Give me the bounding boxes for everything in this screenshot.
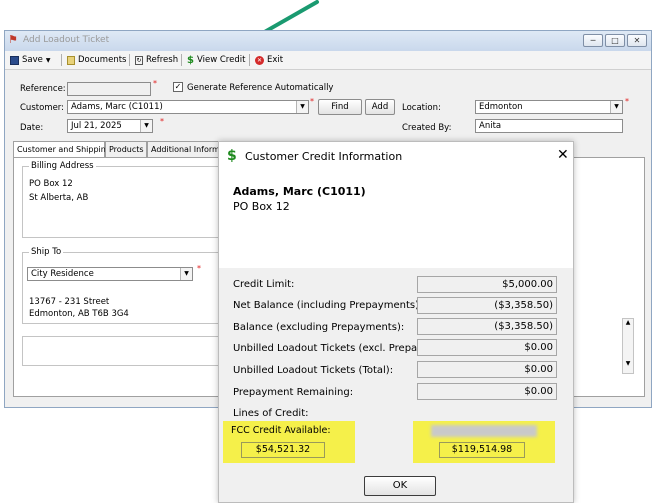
date-label: Date: [20,123,44,133]
customer-label: Customer: [20,103,65,113]
dialog-title: Customer Credit Information [245,150,403,163]
other-credit-highlight: $119,514.98 [413,421,555,463]
balance-label: Balance (excluding Prepayments): [233,322,405,333]
unbilled-total-label: Unbilled Loadout Tickets (Total): [233,365,394,376]
required-marker: * [625,97,629,106]
scrollbar[interactable]: ▲ ▼ [622,318,634,374]
location-label: Location: [402,103,441,113]
reference-label: Reference: [20,84,66,94]
customer-dropdown[interactable]: Adams, Marc (C1011) ▼ [67,100,309,114]
billing-line-2: St Alberta, AB [29,193,89,203]
chevron-up-icon: ▲ [625,319,631,326]
toolbar-separator [129,54,130,66]
close-icon[interactable]: ✕ [627,34,647,47]
lines-of-credit-label: Lines of Credit: [233,408,309,419]
chevron-down-icon[interactable]: ▼ [610,101,622,113]
unbilled-excl-label: Unbilled Loadout Tickets (excl. Prepay): [233,343,431,354]
billing-address-label: Billing Address [29,161,96,171]
tab-additional-information[interactable]: Additional Informati [147,141,223,157]
ship-to-line-1: 13767 - 231 Street [29,297,110,307]
created-by-input[interactable]: Anita [475,119,623,133]
toolbar-separator [249,54,250,66]
prepayment-label: Prepayment Remaining: [233,387,354,398]
fcc-credit-label: FCC Credit Available: [231,425,331,436]
floppy-icon [10,55,19,65]
chevron-down-icon[interactable]: ▼ [296,101,308,113]
toolbar: Save ▼ Documents ↻ Refresh $ View Credit… [5,51,651,70]
ok-button[interactable]: OK [364,476,436,496]
documents-button[interactable]: Documents [64,53,129,67]
ship-to-line-2: Edmonton, AB T6B 3G4 [29,309,129,319]
generate-reference-checkbox[interactable]: ✓ [173,82,183,92]
notes-box[interactable] [22,336,222,366]
title-bar: ⚑ Add Loadout Ticket ─ □ ✕ [5,31,651,51]
ship-to-label: Ship To [29,247,64,257]
required-marker: * [160,117,164,126]
required-marker: * [153,79,157,88]
unbilled-excl-value: $0.00 [417,339,557,356]
dollar-icon: $ [187,54,194,66]
net-balance-value: ($3,358.50) [417,297,557,314]
net-balance-label: Net Balance (including Prepayments): [233,300,423,311]
credit-limit-label: Credit Limit: [233,279,295,290]
billing-line-1: PO Box 12 [29,179,73,189]
created-by-label: Created By: [402,123,452,133]
fcc-credit-value: $54,521.32 [241,442,325,458]
required-marker: * [197,264,201,273]
required-marker: * [310,97,314,106]
toolbar-separator [61,54,62,66]
window-title: Add Loadout Ticket [23,35,110,45]
app-icon: ⚑ [8,33,18,46]
refresh-button[interactable]: ↻ Refresh [132,53,181,67]
customer-name: Adams, Marc (C1011) [233,185,366,198]
chevron-down-icon: ▼ [625,360,631,367]
balance-value: ($3,358.50) [417,318,557,335]
chevron-down-icon[interactable]: ▼ [180,268,192,280]
documents-icon [67,55,75,65]
other-credit-value: $119,514.98 [439,442,525,458]
customer-credit-dialog: $ Customer Credit Information ✕ Adams, M… [218,141,574,503]
toolbar-separator [181,54,182,66]
fcc-credit-highlight: FCC Credit Available: $54,521.32 [223,421,355,463]
prepayment-value: $0.00 [417,383,557,400]
date-picker[interactable]: Jul 21, 2025 ▼ [67,119,153,133]
location-dropdown[interactable]: Edmonton ▼ [475,100,623,114]
chevron-down-icon: ▼ [45,56,51,64]
find-button[interactable]: Find [318,99,362,115]
minimize-icon[interactable]: ─ [583,34,603,47]
reference-input[interactable] [67,82,151,96]
close-icon[interactable]: ✕ [557,147,569,163]
dollar-icon: $ [227,148,237,164]
redacted-credit-label [431,425,537,437]
customer-address: PO Box 12 [233,200,290,213]
add-button[interactable]: Add [365,99,395,115]
chevron-down-icon[interactable]: ▼ [140,120,152,132]
tab-products[interactable]: Products [105,141,147,157]
generate-reference-label: Generate Reference Automatically [187,83,334,93]
ship-to-dropdown[interactable]: City Residence ▼ [27,267,193,281]
credit-limit-value: $5,000.00 [417,276,557,293]
billing-address-group: Billing Address PO Box 12 St Alberta, AB [22,161,222,238]
refresh-icon: ↻ [135,55,143,65]
exit-button[interactable]: ✕ Exit [252,53,286,67]
maximize-icon[interactable]: □ [605,34,625,47]
exit-icon: ✕ [255,55,264,65]
ship-to-group: Ship To City Residence ▼ * 13767 - 231 S… [22,247,222,324]
unbilled-total-value: $0.00 [417,361,557,378]
view-credit-button[interactable]: $ View Credit [184,53,248,67]
tab-customer-and-shipping[interactable]: Customer and Shipping [13,141,111,158]
save-button[interactable]: Save ▼ [7,53,54,67]
